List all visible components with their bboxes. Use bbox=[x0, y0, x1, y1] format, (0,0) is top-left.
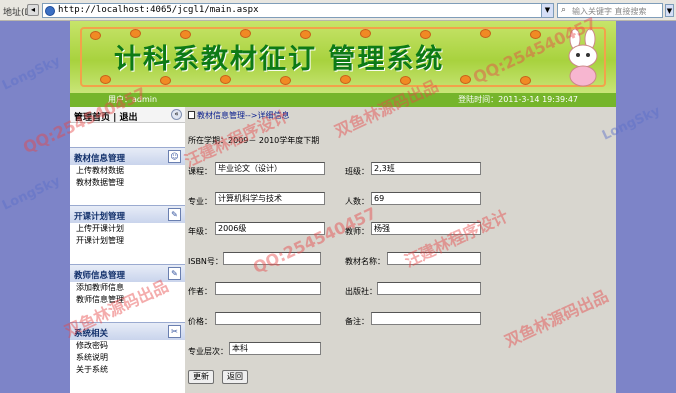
author-field[interactable] bbox=[215, 282, 321, 295]
grade-label: 年级： bbox=[188, 227, 212, 236]
current-user: 用户：admin bbox=[108, 95, 158, 104]
orange-icon bbox=[530, 30, 541, 39]
level-field[interactable]: 本科 bbox=[229, 342, 321, 355]
watermark-text: LongSky bbox=[0, 53, 63, 94]
section-header[interactable]: 教材信息管理 ☺ bbox=[70, 147, 185, 165]
section-header[interactable]: 教师信息管理 ✎ bbox=[70, 264, 185, 282]
banner-title: 计科系教材征订 管理系统 bbox=[114, 44, 445, 75]
publisher-field[interactable] bbox=[377, 282, 481, 295]
class-label: 班级： bbox=[345, 167, 369, 176]
ie-page-icon bbox=[45, 6, 55, 16]
level-label: 专业层次： bbox=[188, 347, 228, 356]
term-text: 所在学期：2009－ 2010学年度下期 bbox=[188, 136, 320, 145]
teacher-field[interactable]: 杨强 bbox=[371, 222, 481, 235]
back-button[interactable]: 返回 bbox=[222, 370, 248, 384]
update-button[interactable]: 更新 bbox=[188, 370, 214, 384]
sidebar-item-manage-plan[interactable]: 开课计划管理 bbox=[70, 235, 185, 247]
orange-icon bbox=[400, 76, 411, 85]
section-title: 开课计划管理 bbox=[74, 212, 126, 222]
remark-label: 备注： bbox=[345, 317, 369, 326]
bunny-mascot-icon bbox=[568, 29, 598, 87]
orange-icon bbox=[160, 76, 171, 85]
edit-icon: ✎ bbox=[168, 267, 181, 280]
sidebar-item-change-password[interactable]: 修改密码 bbox=[70, 340, 185, 352]
home-logout-link[interactable]: 管理首页 | 退出 bbox=[74, 110, 138, 123]
sidebar-item-manage-textbook[interactable]: 教材数据管理 bbox=[70, 177, 185, 189]
price-field[interactable] bbox=[215, 312, 321, 325]
sidebar-section-teacher: 教师信息管理 ✎ 添加教师信息 教师信息管理 bbox=[70, 264, 185, 306]
section-title: 教师信息管理 bbox=[74, 271, 126, 281]
watermark-text: LongSky bbox=[0, 173, 63, 214]
orange-icon bbox=[280, 76, 291, 85]
browser-address-bar: 地址(D) ◂ http://localhost:4065/jcgl1/main… bbox=[0, 0, 676, 21]
remark-field[interactable] bbox=[371, 312, 481, 325]
edit-icon: ✎ bbox=[168, 208, 181, 221]
sidebar-item-upload-plan[interactable]: 上传开课计划 bbox=[70, 223, 185, 235]
main-content: 教材信息管理-->详细信息 所在学期：2009－ 2010学年度下期 课程： 毕… bbox=[185, 107, 616, 393]
orange-icon bbox=[90, 31, 101, 40]
search-placeholder: 输入关键字 直接搜索 bbox=[572, 7, 647, 16]
bookname-field[interactable] bbox=[387, 252, 481, 265]
orange-icon bbox=[340, 75, 351, 84]
collapse-icon[interactable]: « bbox=[171, 109, 182, 120]
count-label: 人数： bbox=[345, 197, 369, 206]
url-text: http://localhost:4065/jcgl1/main.aspx bbox=[58, 5, 259, 15]
course-label: 课程： bbox=[188, 167, 212, 176]
orange-icon bbox=[520, 76, 531, 85]
section-header[interactable]: 系统相关 ✂ bbox=[70, 322, 185, 340]
web-page: 计科系教材征订 管理系统 用户：admin 登陆时间：2011-3-14 19:… bbox=[70, 21, 616, 393]
sidebar-section-textbook: 教材信息管理 ☺ 上传教材数据 教材数据管理 bbox=[70, 147, 185, 189]
bookname-label: 教材名称： bbox=[345, 257, 385, 266]
orange-icon bbox=[220, 75, 231, 84]
major-label: 专业： bbox=[188, 197, 212, 206]
major-field[interactable]: 计算机科学与技术 bbox=[215, 192, 325, 205]
count-field[interactable]: 69 bbox=[371, 192, 481, 205]
price-label: 价格： bbox=[188, 317, 212, 326]
orange-icon bbox=[100, 75, 111, 84]
sidebar-item-upload-textbook[interactable]: 上传教材数据 bbox=[70, 165, 185, 177]
tools-icon: ✂ bbox=[168, 325, 181, 338]
search-input[interactable]: ⌕ 输入关键字 直接搜索 bbox=[557, 3, 663, 18]
sidebar: 管理首页 | 退出 « 教材信息管理 ☺ 上传教材数据 教材数据管理 开课计划管… bbox=[70, 107, 185, 393]
search-dropdown-icon[interactable]: ▼ bbox=[665, 4, 674, 17]
sidebar-item-system-help[interactable]: 系统说明 bbox=[70, 352, 185, 364]
course-field[interactable]: 毕业论文（设计） bbox=[215, 162, 325, 175]
breadcrumb[interactable]: 教材信息管理-->详细信息 bbox=[197, 110, 289, 121]
isbn-field[interactable] bbox=[223, 252, 321, 265]
search-icon: ⌕ bbox=[561, 5, 567, 15]
people-icon: ☺ bbox=[168, 150, 181, 163]
header-banner: 计科系教材征订 管理系统 bbox=[70, 21, 616, 93]
back-arrow-icon[interactable]: ◂ bbox=[27, 4, 39, 16]
sidebar-item-manage-teacher[interactable]: 教师信息管理 bbox=[70, 294, 185, 306]
publisher-label: 出版社： bbox=[345, 287, 377, 296]
user-info-bar: 用户：admin 登陆时间：2011-3-14 19:39:47 bbox=[70, 93, 616, 107]
chevron-down-icon[interactable]: ▼ bbox=[541, 4, 553, 17]
grade-field[interactable]: 2006级 bbox=[215, 222, 325, 235]
orange-icon bbox=[460, 75, 471, 84]
section-header[interactable]: 开课计划管理 ✎ bbox=[70, 205, 185, 223]
document-icon bbox=[188, 111, 195, 119]
login-time: 登陆时间：2011-3-14 19:39:47 bbox=[458, 95, 578, 104]
url-field[interactable]: http://localhost:4065/jcgl1/main.aspx ▼ bbox=[42, 3, 554, 18]
section-title: 系统相关 bbox=[74, 329, 109, 339]
sidebar-section-system: 系统相关 ✂ 修改密码 系统说明 关于系统 bbox=[70, 322, 185, 376]
sidebar-item-about[interactable]: 关于系统 bbox=[70, 364, 185, 376]
teacher-label: 教师： bbox=[345, 227, 369, 236]
section-title: 教材信息管理 bbox=[74, 154, 126, 164]
class-field[interactable]: 2,3班 bbox=[371, 162, 481, 175]
orange-icon bbox=[480, 29, 491, 38]
author-label: 作者： bbox=[188, 287, 212, 296]
sidebar-header: 管理首页 | 退出 « bbox=[70, 107, 185, 123]
sidebar-item-add-teacher[interactable]: 添加教师信息 bbox=[70, 282, 185, 294]
isbn-label: ISBN号： bbox=[188, 257, 223, 266]
sidebar-section-course-plan: 开课计划管理 ✎ 上传开课计划 开课计划管理 bbox=[70, 205, 185, 247]
